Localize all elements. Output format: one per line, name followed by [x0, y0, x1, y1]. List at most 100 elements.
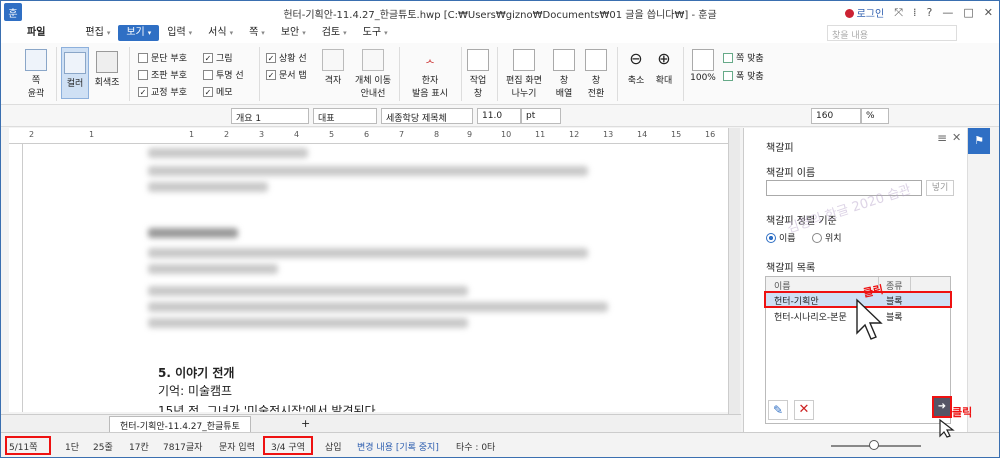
track-changes[interactable]: 변경 내용 [기록 중지] — [357, 440, 439, 453]
ruler-tick: 1 — [89, 130, 95, 139]
blurred-text — [148, 318, 468, 328]
section-heading: 5. 이야기 전개 — [158, 366, 235, 380]
ruler-tick: 10 — [501, 130, 512, 139]
delete-bookmark-icon[interactable]: ✕ — [794, 400, 814, 420]
checkbox: ✓ — [203, 86, 213, 97]
side-tab-strip: ⚑ ➜ 클릭 — [932, 128, 999, 438]
ruler-tick: 8 — [434, 130, 440, 139]
fit-width-button[interactable]: 폭 맞춤 — [723, 69, 764, 82]
style-select[interactable]: 개요 1 — [231, 108, 309, 124]
memo-check[interactable]: ✓ 메모 — [203, 85, 233, 98]
close-button[interactable]: ✕ — [984, 6, 993, 19]
grayscale-button[interactable]: 회색조 — [93, 51, 121, 88]
hanja-icon: ᆺ — [424, 51, 436, 65]
search-input[interactable]: 찾을 내용 — [827, 25, 957, 41]
zoom-in-button[interactable]: ⊕ 확대 — [651, 49, 677, 86]
transparent-line-check[interactable]: 투명 선 — [203, 68, 244, 81]
column-divider — [910, 277, 911, 292]
panel-menu-icon[interactable]: ≡ — [937, 131, 947, 145]
go-to-bookmark-button[interactable]: ➜ — [932, 396, 952, 418]
ruler-tick: 7 — [399, 130, 405, 139]
minimize-button[interactable]: — — [942, 6, 953, 19]
fit-page-button[interactable]: 쪽 맞춤 — [723, 51, 764, 64]
vertical-scrollbar[interactable] — [728, 128, 740, 416]
window-switch-button[interactable]: 창 전환 — [581, 49, 611, 99]
grid-icon — [322, 49, 344, 71]
font-size-input[interactable]: 11.0 — [477, 108, 521, 124]
menu-edit[interactable]: 편집 ▾ — [77, 25, 118, 41]
help-icon[interactable]: ? — [927, 6, 933, 19]
paragraph-mark-check[interactable]: 문단 부호 — [138, 51, 187, 64]
dropdown-icon: ▾ — [302, 29, 306, 37]
add-tab-icon[interactable]: + — [301, 417, 310, 430]
menu-view[interactable]: 보기 ▾ — [118, 25, 160, 41]
more-icon[interactable]: ⁞ — [913, 6, 917, 19]
menu-file[interactable]: 파일 — [19, 25, 53, 41]
doc-tab-check[interactable]: ✓ 문서 탭 — [266, 68, 307, 81]
bookmark-list[interactable]: 이름 종류 헌터-기획안 블록 헌터-시나리오-본문 블록 클릭 — [764, 276, 952, 424]
menu-label: 편집 — [85, 27, 104, 38]
menu-tools[interactable]: 도구 ▾ — [355, 25, 396, 41]
page-outline-button[interactable]: 쪽 윤곽 — [21, 49, 51, 99]
sort-by-position-radio[interactable]: 위치 — [812, 231, 842, 244]
menu-insert[interactable]: 입력 ▾ — [159, 25, 200, 41]
ruler-tick: 3 — [259, 130, 265, 139]
zoom-input[interactable]: 160 — [811, 108, 861, 124]
color-button[interactable]: 컬러 — [61, 47, 89, 99]
divider — [497, 47, 498, 101]
zoom-slider-thumb[interactable] — [869, 440, 879, 450]
menu-review[interactable]: 검토 ▾ — [314, 25, 355, 41]
put-button[interactable]: 넣기 — [926, 180, 954, 196]
zoom-100-button[interactable]: 100% — [689, 49, 717, 83]
input-mode[interactable]: 문자 입력 — [219, 440, 255, 453]
hanja-label: 한자 발음 표시 — [412, 76, 448, 99]
menu-label: 서식 — [208, 27, 227, 38]
insert-mode[interactable]: 삽입 — [325, 440, 342, 453]
language-select[interactable]: 대표 — [313, 108, 377, 124]
menu-label: 보안 — [280, 27, 300, 38]
grayscale-icon — [96, 51, 118, 73]
workbar-label: 작업 창 — [469, 76, 487, 99]
font-unit-select[interactable]: pt — [521, 108, 561, 124]
zoom-out-button[interactable]: ⊖ 축소 — [623, 49, 649, 86]
column-indicator: 1단 — [65, 443, 80, 453]
document-tab[interactable]: 헌터-기획안-11.4.27_한글튜토 — [109, 416, 251, 433]
status-line-check[interactable]: ✓ 상황 선 — [266, 51, 307, 64]
proof-mark-check[interactable]: ✓ 교정 부호 — [138, 85, 187, 98]
dropdown-icon: ▾ — [147, 29, 152, 37]
zoom-unit-select[interactable]: % — [861, 108, 889, 124]
panel-close-icon[interactable]: ✕ — [952, 131, 961, 144]
ruler-tick: 14 — [637, 130, 648, 139]
workbar-button[interactable]: 작업 창 — [465, 49, 491, 99]
check-label: 조판 부호 — [151, 71, 187, 81]
vertical-ruler[interactable] — [9, 144, 23, 412]
layout-mark-check[interactable]: 조판 부호 — [138, 68, 187, 81]
grid-button[interactable]: 격자 — [319, 49, 347, 86]
radio-selected-icon — [766, 232, 776, 243]
check-label: 문서 탭 — [279, 71, 307, 81]
zoom-out-label: 축소 — [627, 76, 645, 86]
object-guide-button[interactable]: 개체 이동 안내선 — [351, 49, 395, 99]
menu-page[interactable]: 쪽 ▾ — [241, 25, 273, 41]
window-arrange-button[interactable]: 창 배열 — [549, 49, 579, 99]
menu-label: 입력 — [167, 27, 186, 38]
mouse-cursor-icon — [856, 298, 883, 340]
bookmark-side-tab[interactable]: ⚑ — [968, 128, 990, 154]
maximize-button[interactable]: □ — [963, 6, 973, 19]
fullscreen-icon[interactable]: ⤧ — [894, 6, 903, 20]
split-view-button[interactable]: 편집 화면 나누기 — [501, 49, 547, 99]
picture-check[interactable]: ✓ 그림 — [203, 51, 233, 64]
login-button[interactable]: 로그인 — [844, 5, 884, 20]
blurred-text — [148, 302, 608, 312]
edit-bookmark-icon[interactable]: ✎ — [768, 400, 788, 420]
horizontal-ruler[interactable]: 2 1 1 2 3 4 5 6 7 8 9 10 11 12 13 14 15 … — [9, 128, 739, 144]
ruler-tick: 4 — [294, 130, 300, 139]
hanja-pronounce-button[interactable]: ᆺ 한자 발음 표시 — [405, 49, 455, 99]
blurred-text — [148, 248, 588, 258]
document-page[interactable]: 5. 이야기 전개 기억: 미술캠프 15년 전, 그녀가 '미술전시장'에서 … — [23, 144, 728, 412]
menu-format[interactable]: 서식 ▾ — [200, 25, 241, 41]
font-select[interactable]: 세종학당 제목체 — [381, 108, 473, 124]
zoom-in-icon: ⊕ — [657, 49, 671, 68]
menu-security[interactable]: 보안 ▾ — [273, 25, 314, 41]
menu-label: 보기 — [126, 27, 145, 38]
